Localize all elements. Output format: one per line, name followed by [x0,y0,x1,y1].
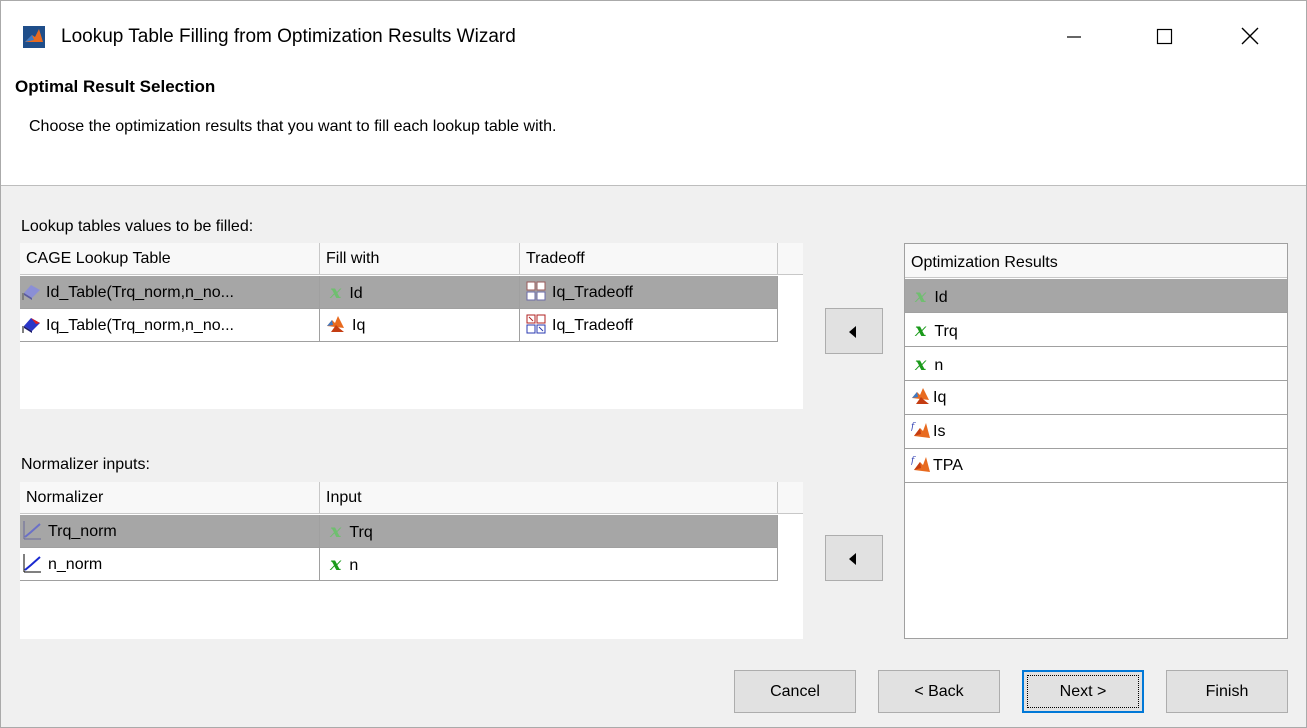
matlab-multi-icon [912,387,929,404]
title-bar: Lookup Table Filling from Optimization R… [1,1,1306,63]
column-header-tradeoff[interactable]: Tradeoff [520,243,778,275]
list-item[interactable]: x Trq [905,313,1287,347]
page-description: Choose the optimization results that you… [29,118,557,135]
fill-with-cell[interactable]: Iq [320,309,520,342]
table-row[interactable]: Iq_Table(Trq_norm,n_no... Iq Iq_Tradeoff [20,309,803,342]
maximize-button[interactable] [1141,19,1185,55]
maximize-icon [1156,28,1173,45]
normalizer-icon [23,520,41,540]
normalizer-cell[interactable]: n_norm [20,548,320,581]
header-filler [778,482,803,514]
list-item[interactable]: Iq [905,381,1287,415]
close-button[interactable] [1227,19,1271,55]
result-label: Trq [934,323,958,340]
tradeoff-icon [526,314,546,334]
assign-result-to-table-button[interactable] [825,308,883,354]
result-label: TPA [933,457,963,474]
wizard-header: Optimal Result Selection Choose the opti… [1,63,1306,186]
normalizer-input-cell[interactable]: x Trq [320,515,778,548]
window-title: Lookup Table Filling from Optimization R… [61,26,516,47]
matlab-function-icon: f [911,422,930,438]
lookup-table-cell[interactable]: Id_Table(Trq_norm,n_no... [20,276,320,309]
close-icon [1241,27,1259,45]
x-variable-icon: x [915,285,927,307]
table-row[interactable]: Id_Table(Trq_norm,n_no... x Id Iq_Tradeof… [20,276,803,309]
lookup-table-name: Id_Table(Trq_norm,n_no... [46,284,234,301]
x-variable-icon: x [330,520,342,542]
column-header-cage-lookup-table[interactable]: CAGE Lookup Table [20,243,320,275]
lookup-table-cell[interactable]: Iq_Table(Trq_norm,n_no... [20,309,320,342]
fill-with-cell[interactable]: x Id [320,276,520,309]
normalizer-section-label: Normalizer inputs: [21,456,150,473]
arrow-left-icon [849,553,856,565]
normalizer-input-cell[interactable]: xn [320,548,778,581]
result-label: Iq [933,389,947,406]
tradeoff-cell[interactable]: Iq_Tradeoff [520,276,778,309]
table-row[interactable]: Trq_norm x Trq [20,515,803,548]
lookup-table-icon [22,317,40,333]
fill-with-value: Id [349,285,363,302]
fill-with-value: Iq [352,317,366,334]
minimize-icon [1067,36,1081,38]
lookup-table-name: Iq_Table(Trq_norm,n_no... [46,317,234,334]
lookup-table-grid: CAGE Lookup Table Fill with Tradeoff Id_… [20,243,803,409]
column-header-normalizer[interactable]: Normalizer [20,482,320,514]
back-button[interactable]: < Back [878,670,1000,713]
x-variable-icon: x [330,553,342,575]
optimization-results-list: Optimization Results x Id x Trq xn Iq f Is… [904,243,1288,639]
x-variable-icon: x [915,319,927,341]
normalizer-cell[interactable]: Trq_norm [20,515,320,548]
assign-result-to-normalizer-button[interactable] [825,535,883,581]
x-variable-icon: x [915,353,927,375]
list-item[interactable]: f TPA [905,449,1287,483]
minimize-button[interactable] [1051,19,1095,55]
result-label: n [934,357,944,374]
tradeoff-value: Iq_Tradeoff [552,284,633,301]
x-variable-icon: x [330,281,342,303]
normalizer-name: Trq_norm [48,523,117,540]
next-button[interactable]: Next > [1022,670,1144,713]
svg-text:f: f [911,456,916,466]
normalizer-name: n_norm [48,556,103,573]
normalizer-input-value: Trq [349,524,373,541]
list-item[interactable]: x Id [905,279,1287,313]
tradeoff-cell[interactable]: Iq_Tradeoff [520,309,778,342]
svg-text:f: f [911,422,916,432]
list-item[interactable]: xn [905,347,1287,381]
table-row[interactable]: n_norm xn [20,548,803,581]
finish-button[interactable]: Finish [1166,670,1288,713]
result-label: Is [933,423,946,440]
wizard-window: Lookup Table Filling from Optimization R… [0,0,1307,728]
optimization-results-header: Optimization Results [905,244,1287,278]
normalizer-grid: Normalizer Input Trq_norm x Trq n_norm x… [20,482,803,639]
normalizer-table-header: Normalizer Input [20,482,803,514]
lookup-table-icon [22,284,40,300]
header-filler [778,243,803,275]
list-item[interactable]: f Is [905,415,1287,449]
matlab-function-icon: f [911,456,930,472]
normalizer-input-value: n [349,557,359,574]
focus-ring [1027,675,1139,708]
matlab-multi-icon [327,315,344,332]
column-header-input[interactable]: Input [320,482,778,514]
result-label: Id [934,289,948,306]
tradeoff-value: Iq_Tradeoff [552,317,633,334]
cancel-button[interactable]: Cancel [734,670,856,713]
page-title: Optimal Result Selection [15,77,216,96]
lookup-section-label: Lookup tables values to be filled: [21,218,254,235]
lookup-table-header: CAGE Lookup Table Fill with Tradeoff [20,243,803,275]
column-header-fill-with[interactable]: Fill with [320,243,520,275]
tradeoff-icon [526,281,546,301]
matlab-icon [23,26,45,48]
normalizer-icon [23,553,41,573]
arrow-left-icon [849,326,856,338]
